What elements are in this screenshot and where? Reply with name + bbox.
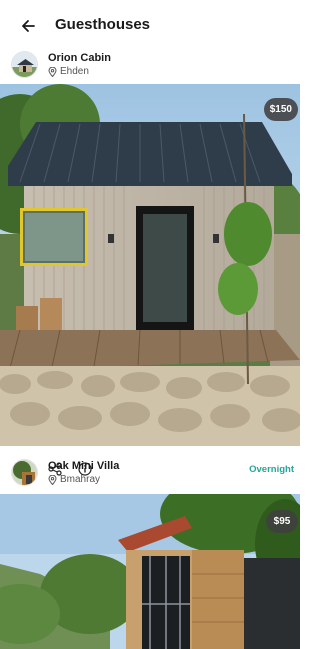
arrow-left-icon	[22, 20, 35, 32]
location-text: Ehden	[60, 66, 89, 77]
location-text: Bmahray	[60, 474, 101, 485]
map-pin-icon	[48, 474, 57, 485]
back-button[interactable]	[18, 16, 38, 36]
avatar[interactable]	[11, 459, 38, 486]
price-badge: $150	[263, 98, 298, 121]
avatar[interactable]	[11, 51, 38, 78]
listing-card[interactable]: Orion Cabin Ehden $150 Overnight	[0, 46, 300, 476]
listing-name[interactable]: Orion Cabin	[48, 52, 111, 64]
price-badge: $95	[266, 510, 298, 533]
listing-header: Orion Cabin Ehden	[0, 46, 300, 84]
page-title: Guesthouses	[55, 16, 151, 33]
listing-header: Oak Mini Villa Bmahray	[0, 454, 300, 492]
listing-card[interactable]: Oak Mini Villa Bmahray $95	[0, 454, 300, 649]
location: Ehden	[48, 66, 89, 77]
listing-name[interactable]: Oak Mini Villa	[48, 460, 119, 472]
app-header: Guesthouses	[0, 0, 300, 50]
map-pin-icon	[48, 66, 57, 77]
listing-photo[interactable]	[0, 494, 300, 649]
location: Bmahray	[48, 474, 100, 485]
listing-photo[interactable]	[0, 84, 300, 446]
